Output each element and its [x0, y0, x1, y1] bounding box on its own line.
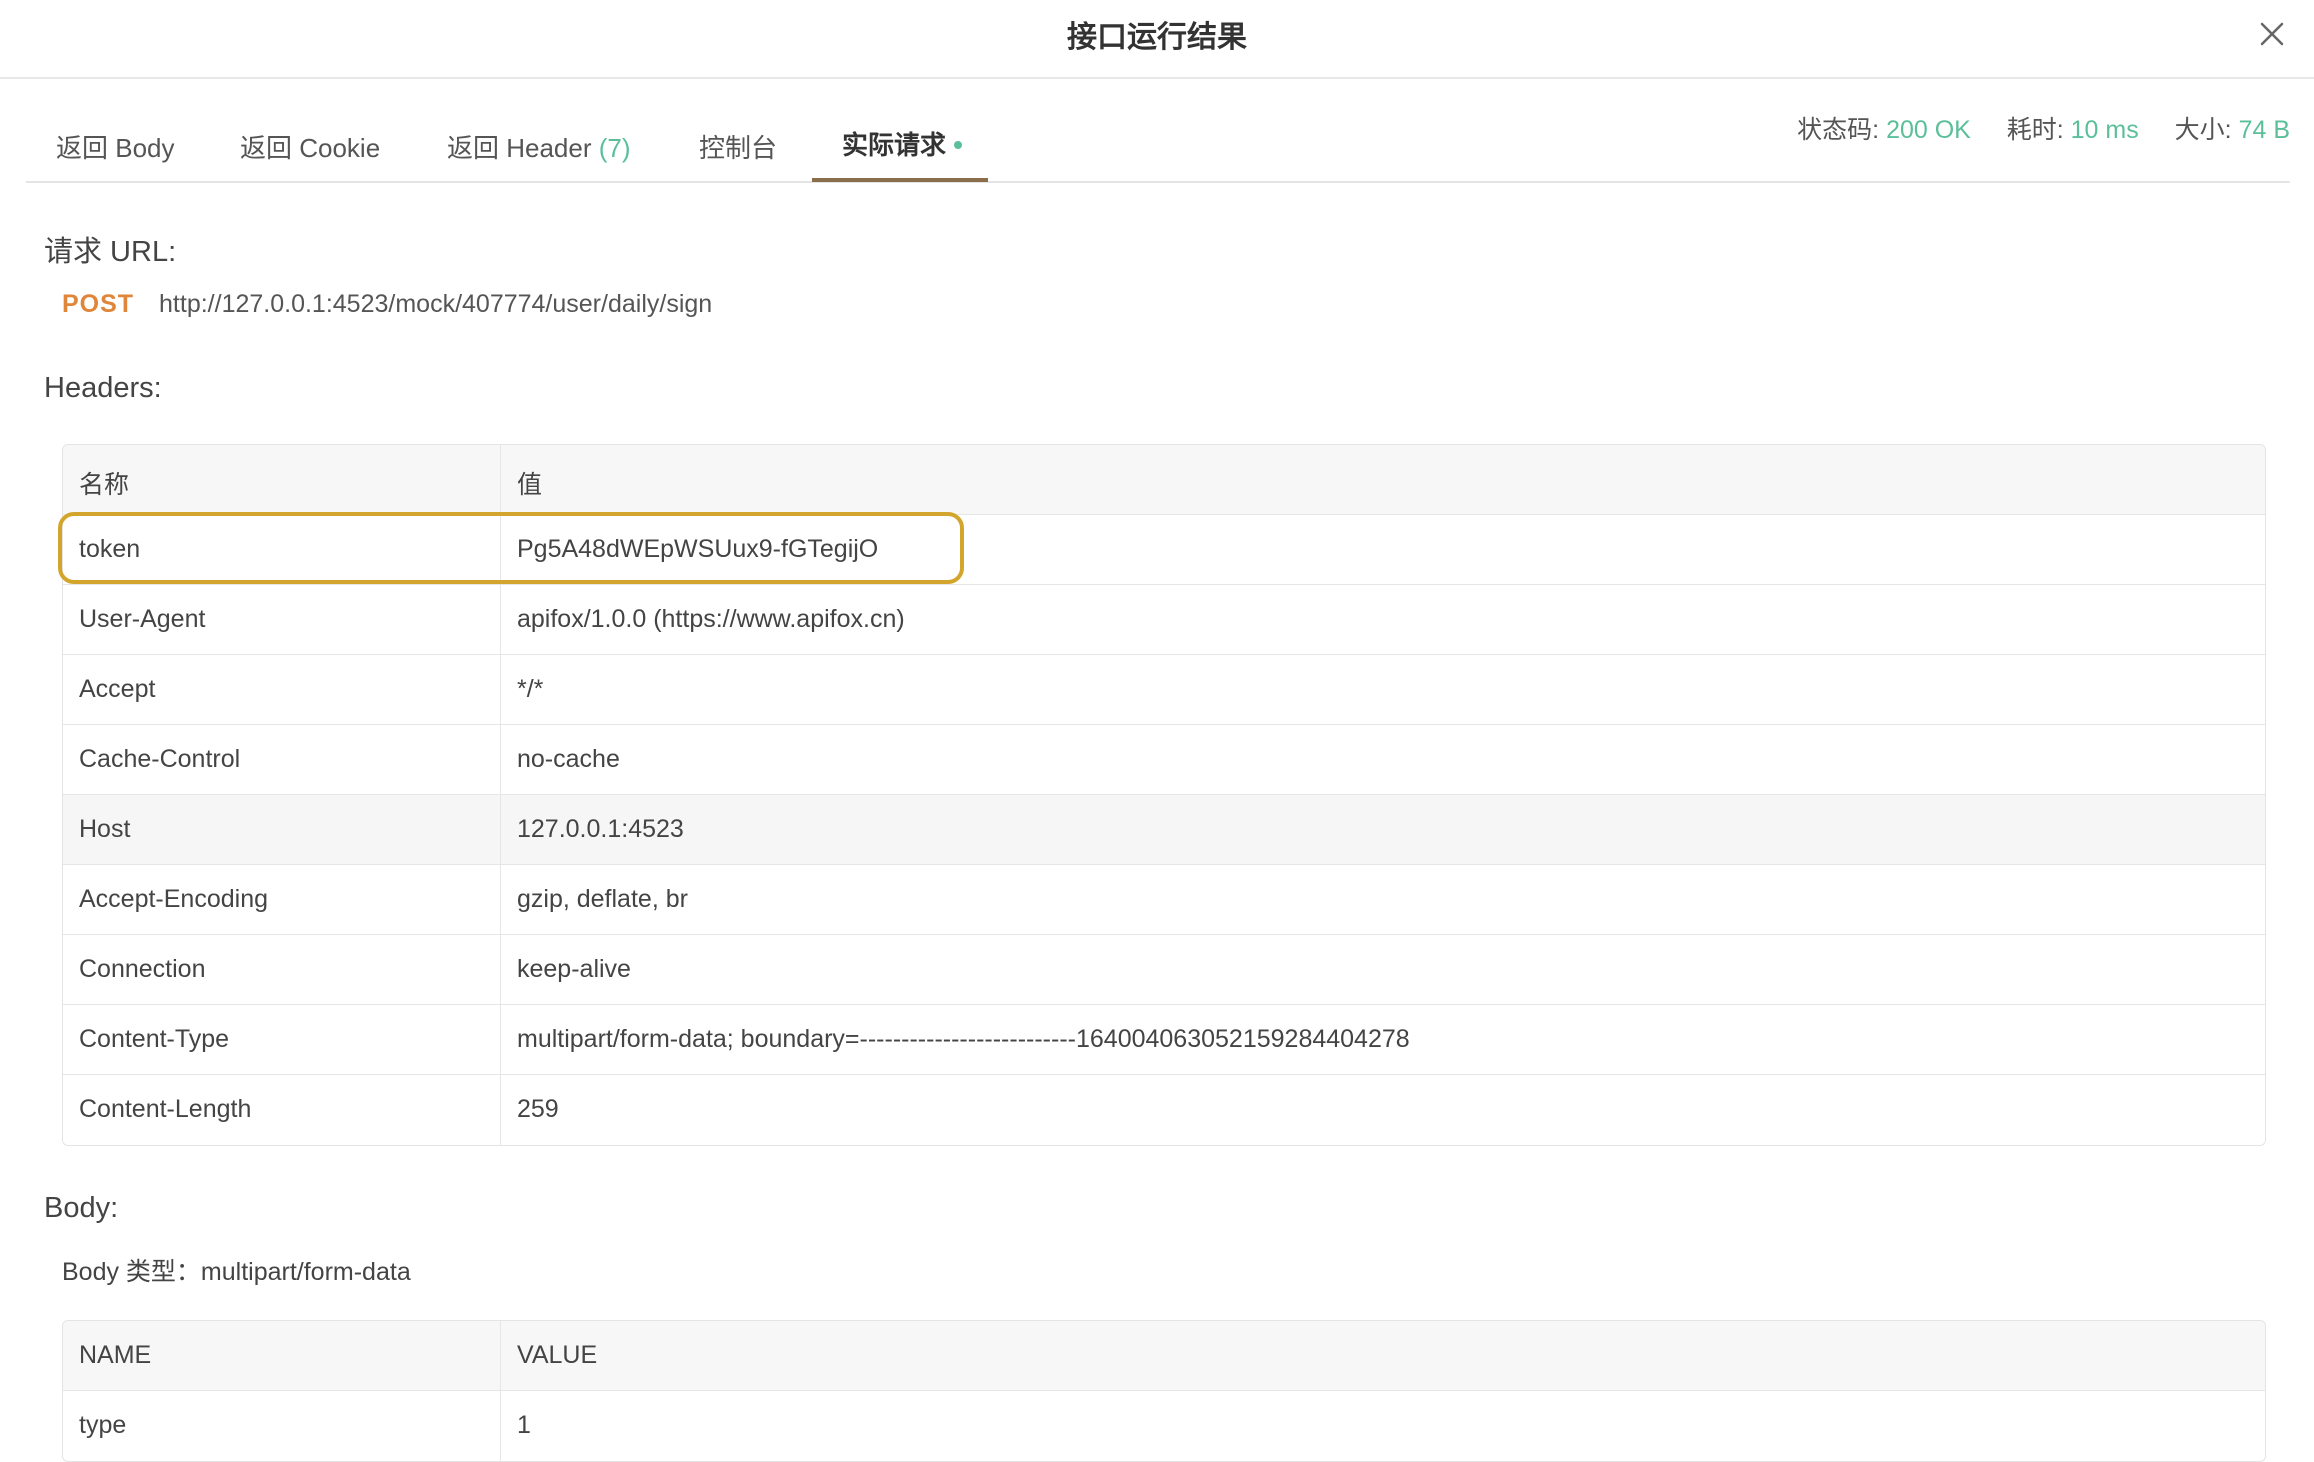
status-code-label: 状态码: — [1797, 116, 1880, 144]
header-value: */* — [517, 675, 544, 703]
tab-label: 返回 Header — [447, 133, 592, 163]
body-heading: Body: — [44, 1192, 119, 1224]
table-header-row: 名称 值 — [63, 445, 2265, 515]
header-name: Content-Type — [79, 1025, 230, 1053]
tab-label: 控制台 — [699, 133, 778, 163]
time-label: 耗时: — [2006, 116, 2064, 144]
dialog-header: 接口运行结果 — [0, 0, 2314, 79]
active-tab-underline — [812, 178, 988, 182]
header-name: Connection — [79, 955, 206, 983]
tab-response-body[interactable]: 返回 Body — [56, 128, 175, 165]
dialog-title: 接口运行结果 — [1067, 21, 1247, 54]
tab-label: 返回 Body — [56, 133, 175, 163]
request-url: http://127.0.0.1:4523/mock/407774/user/d… — [159, 290, 713, 318]
status-code-value: 200 OK — [1886, 116, 1971, 144]
header-value: gzip, deflate, br — [517, 885, 688, 913]
table-row: Content-Length 259 — [63, 1075, 2265, 1145]
column-header-value: VALUE — [517, 1341, 598, 1369]
table-row: type 1 — [63, 1391, 2265, 1461]
tab-actual-request[interactable]: 实际请求 — [842, 125, 963, 162]
body-type-label: Body 类型：multipart/form-data — [62, 1258, 411, 1286]
table-row: Host 127.0.0.1:4523 — [63, 795, 2265, 865]
tab-response-header[interactable]: 返回 Header (7) — [447, 128, 631, 165]
column-header-name: 名称 — [79, 471, 130, 499]
header-name: Accept — [79, 675, 156, 703]
header-name: User-Agent — [79, 605, 206, 633]
size-label: 大小: — [2174, 116, 2232, 144]
tab-label: 返回 Cookie — [240, 133, 381, 163]
header-value: multipart/form-data; boundary=----------… — [517, 1025, 1410, 1053]
header-value: 127.0.0.1:4523 — [517, 815, 684, 843]
close-icon[interactable] — [2254, 16, 2290, 52]
table-row: User-Agent apifox/1.0.0 (https://www.api… — [63, 585, 2265, 655]
tab-console[interactable]: 控制台 — [699, 128, 777, 165]
headers-heading: Headers: — [44, 372, 162, 404]
request-url-line: POST http://127.0.0.1:4523/mock/407774/u… — [62, 290, 712, 319]
tab-label: 实际请求 — [842, 130, 947, 160]
tab-response-cookie[interactable]: 返回 Cookie — [240, 128, 380, 165]
header-name: Cache-Control — [79, 745, 241, 773]
table-row: Connection keep-alive — [63, 935, 2265, 1005]
table-row: Cache-Control no-cache — [63, 725, 2265, 795]
token-highlight-annotation — [58, 512, 964, 584]
body-table: NAME VALUE type 1 — [62, 1320, 2266, 1462]
header-value: no-cache — [517, 745, 620, 773]
header-name: Accept-Encoding — [79, 885, 269, 913]
request-url-heading: 请求 URL: — [44, 236, 177, 268]
active-indicator-dot — [954, 141, 963, 150]
response-status-bar: 状态码: 200 OK 耗时: 10 ms 大小: 74 B — [1797, 110, 2290, 146]
column-header-value: 值 — [517, 471, 543, 499]
http-method-badge: POST — [62, 290, 135, 318]
header-value: apifox/1.0.0 (https://www.apifox.cn) — [517, 605, 905, 633]
body-field-value: 1 — [517, 1411, 531, 1439]
tab-count-badge: (7) — [598, 133, 631, 163]
body-field-name: type — [79, 1411, 127, 1439]
header-name: Content-Length — [79, 1095, 252, 1123]
header-value: 259 — [517, 1095, 559, 1123]
table-row: Accept-Encoding gzip, deflate, br — [63, 865, 2265, 935]
header-name: Host — [79, 815, 131, 843]
size-value: 74 B — [2238, 116, 2290, 144]
table-header-row: NAME VALUE — [63, 1321, 2265, 1391]
time-value: 10 ms — [2070, 116, 2139, 144]
table-row: Accept */* — [63, 655, 2265, 725]
column-header-name: NAME — [79, 1341, 152, 1369]
header-value: keep-alive — [517, 955, 631, 983]
table-row: Content-Type multipart/form-data; bounda… — [63, 1005, 2265, 1075]
